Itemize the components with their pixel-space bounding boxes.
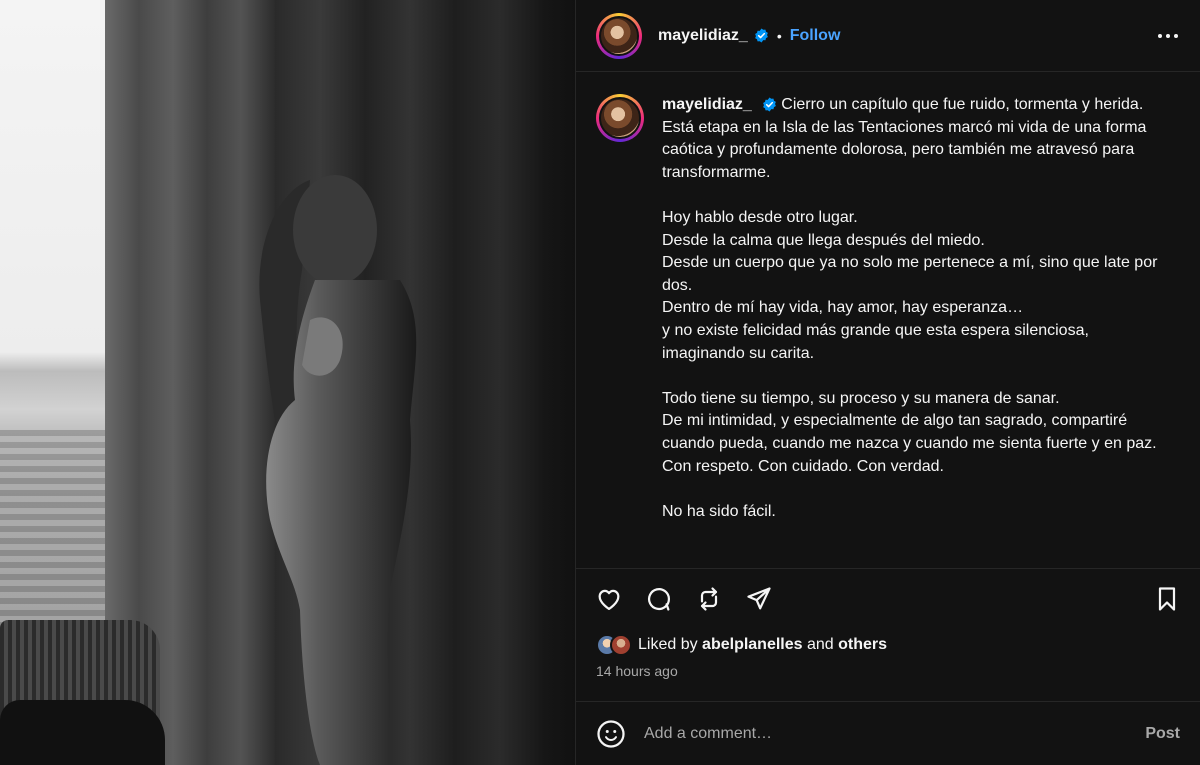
heart-icon[interactable]	[594, 584, 624, 614]
author-username[interactable]: mayelidiaz_	[658, 27, 748, 45]
post-photo[interactable]	[0, 0, 575, 765]
liker-avatar	[610, 634, 632, 656]
likes-prefix: Liked by	[638, 636, 698, 653]
emoji-icon[interactable]	[596, 719, 626, 749]
caption-line: y no existe felicidad más grande que est…	[662, 321, 1089, 362]
bookmark-icon[interactable]	[1152, 584, 1182, 614]
caption-username[interactable]: mayelidiaz_	[662, 96, 752, 113]
caption-line: Con respeto. Con cuidado. Con verdad.	[662, 457, 944, 475]
follow-button[interactable]: Follow	[790, 27, 841, 45]
window-light	[0, 0, 105, 640]
comment-input[interactable]	[642, 723, 1146, 744]
verified-badge-icon	[762, 97, 777, 112]
caption-line: Desde un cuerpo que ya no solo me perten…	[662, 254, 1158, 294]
separator-dot: •	[776, 27, 782, 44]
more-options-icon[interactable]	[1156, 26, 1180, 46]
caption-line: Está etapa en la Isla de las Tentaciones…	[662, 118, 1147, 181]
comment-bar: Post	[576, 701, 1200, 765]
likes-others-link[interactable]: others	[838, 636, 887, 653]
caption-avatar[interactable]	[596, 94, 644, 142]
author-avatar[interactable]	[596, 12, 642, 59]
caption-line: Cierro un capítulo que fue ruido, tormen…	[781, 96, 1144, 113]
post-caption: mayelidiaz_ Cierro un capítulo que fue r…	[662, 94, 1172, 568]
post-timestamp[interactable]: 14 hours ago	[576, 661, 1200, 685]
post-header: mayelidiaz_ • Follow	[576, 0, 1200, 72]
caption-area: mayelidiaz_ Cierro un capítulo que fue r…	[576, 72, 1200, 569]
caption-line: No ha sido fácil.	[662, 502, 776, 520]
post-comment-button[interactable]: Post	[1145, 725, 1180, 743]
caption-line: Desde la calma que llega después del mie…	[662, 231, 985, 249]
liker-username[interactable]: abelplanelles	[702, 636, 803, 653]
likes-summary[interactable]: Liked by abelplanelles and others	[576, 629, 1200, 661]
instagram-post: mayelidiaz_ • Follow mayelidiaz_ Cierro …	[0, 0, 1200, 765]
caption-line: Hoy hablo desde otro lugar.	[662, 208, 858, 226]
woman-silhouette	[259, 175, 417, 765]
share-icon[interactable]	[744, 584, 774, 614]
likes-conjunction: and	[807, 636, 834, 653]
repost-icon[interactable]	[694, 584, 724, 614]
action-bar	[576, 569, 1200, 629]
post-sidebar: mayelidiaz_ • Follow mayelidiaz_ Cierro …	[575, 0, 1200, 765]
caption-line: Dentro de mí hay vida, hay amor, hay esp…	[662, 299, 1024, 317]
caption-line: Todo tiene su tiempo, su proceso y su ma…	[662, 389, 1060, 407]
caption-line: De mi intimidad, y especialmente de algo…	[662, 412, 1157, 452]
verified-badge-icon	[754, 28, 769, 43]
comment-icon[interactable]	[644, 584, 674, 614]
